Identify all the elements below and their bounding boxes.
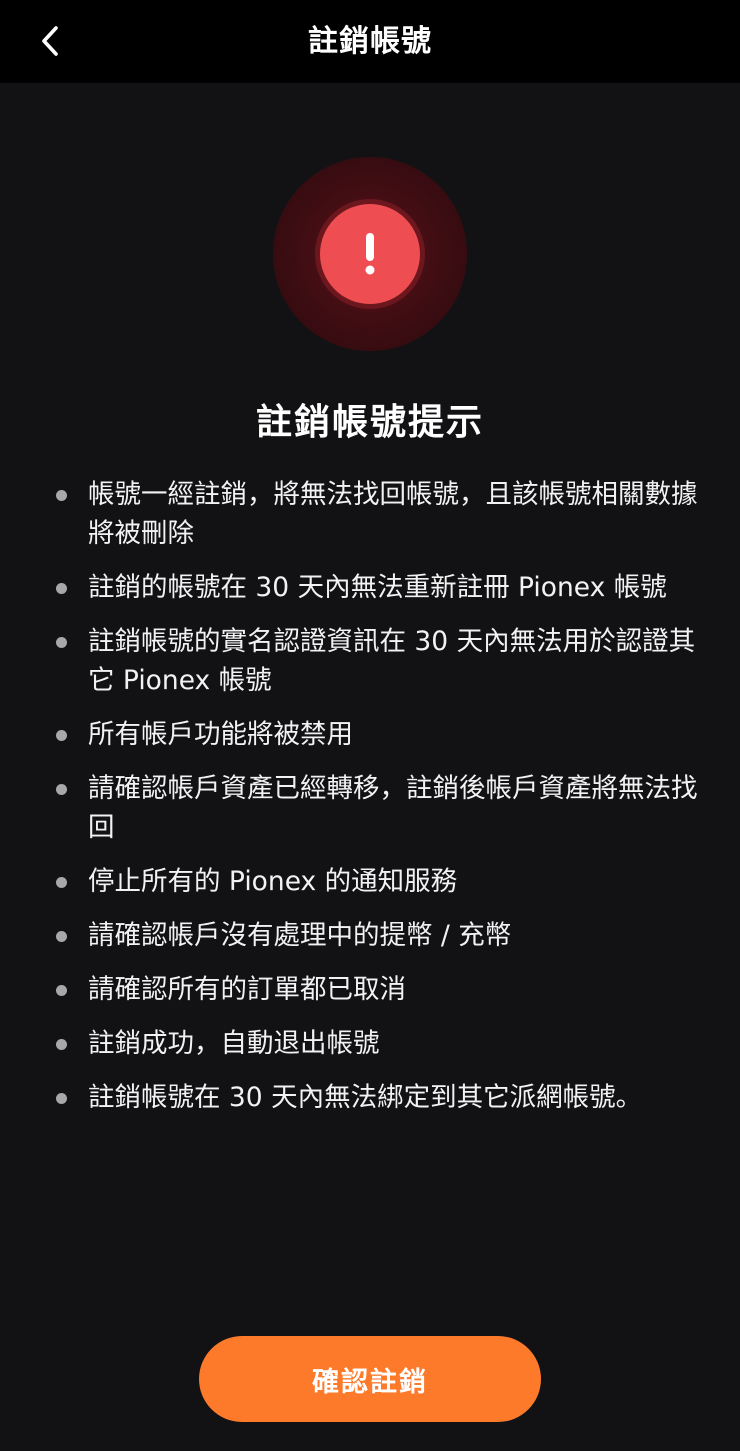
list-item: 停止所有的 Pionex 的通知服務 — [52, 862, 702, 901]
bullet-dot — [56, 637, 67, 648]
bullet-dot — [56, 730, 67, 741]
bullet-dot — [56, 490, 67, 501]
bullet-dot — [56, 1093, 67, 1104]
page-title: 註銷帳號 — [308, 24, 432, 59]
bullet-dot — [56, 1039, 67, 1050]
notice-heading: 註銷帳號提示 — [255, 402, 484, 443]
list-item-text: 請確認所有的訂單都已取消 — [88, 974, 406, 1005]
bullet-dot — [56, 931, 67, 942]
bullet-dot — [56, 985, 67, 996]
list-item-text: 停止所有的 Pionex 的通知服務 — [88, 866, 458, 897]
list-item: 請確認帳戶資產已經轉移，註銷後帳戶資產將無法找回 — [52, 769, 702, 847]
bullet-dot — [56, 583, 67, 594]
confirm-cancel-account-button[interactable]: 確認註銷 — [199, 1336, 541, 1422]
list-item: 帳號一經註銷，將無法找回帳號，且該帳號相關數據將被刪除 — [52, 475, 702, 553]
bullet-dot — [56, 877, 67, 888]
exclamation-icon — [320, 204, 420, 304]
alert-icon-container — [273, 157, 467, 351]
list-item: 註銷成功，自動退出帳號 — [52, 1024, 702, 1063]
list-item: 註銷帳號在 30 天內無法綁定到其它派網帳號。 — [52, 1078, 702, 1117]
list-item: 請確認帳戶沒有處理中的提幣 / 充幣 — [52, 916, 702, 955]
list-item-text: 註銷帳號在 30 天內無法綁定到其它派網帳號。 — [88, 1082, 643, 1113]
top-nav-bar: 註銷帳號 — [0, 0, 740, 83]
list-item-text: 所有帳戶功能將被禁用 — [88, 719, 353, 750]
list-item: 所有帳戶功能將被禁用 — [52, 715, 702, 754]
list-item-text: 請確認帳戶沒有處理中的提幣 / 充幣 — [88, 920, 512, 951]
list-item-text: 註銷帳號的實名認證資訊在 30 天內無法用於認證其它 Pionex 帳號 — [88, 626, 696, 696]
list-item-text: 註銷的帳號在 30 天內無法重新註冊 Pionex 帳號 — [88, 572, 667, 603]
notice-list: 帳號一經註銷，將無法找回帳號，且該帳號相關數據將被刪除 註銷的帳號在 30 天內… — [52, 475, 702, 1132]
list-item-text: 帳號一經註銷，將無法找回帳號，且該帳號相關數據將被刪除 — [88, 479, 698, 549]
list-item-text: 請確認帳戶資產已經轉移，註銷後帳戶資產將無法找回 — [88, 773, 698, 843]
list-item-text: 註銷成功，自動退出帳號 — [88, 1028, 380, 1059]
list-item: 註銷的帳號在 30 天內無法重新註冊 Pionex 帳號 — [52, 568, 702, 607]
list-item: 請確認所有的訂單都已取消 — [52, 970, 702, 1009]
bullet-dot — [56, 784, 67, 795]
list-item: 註銷帳號的實名認證資訊在 30 天內無法用於認證其它 Pionex 帳號 — [52, 622, 702, 700]
